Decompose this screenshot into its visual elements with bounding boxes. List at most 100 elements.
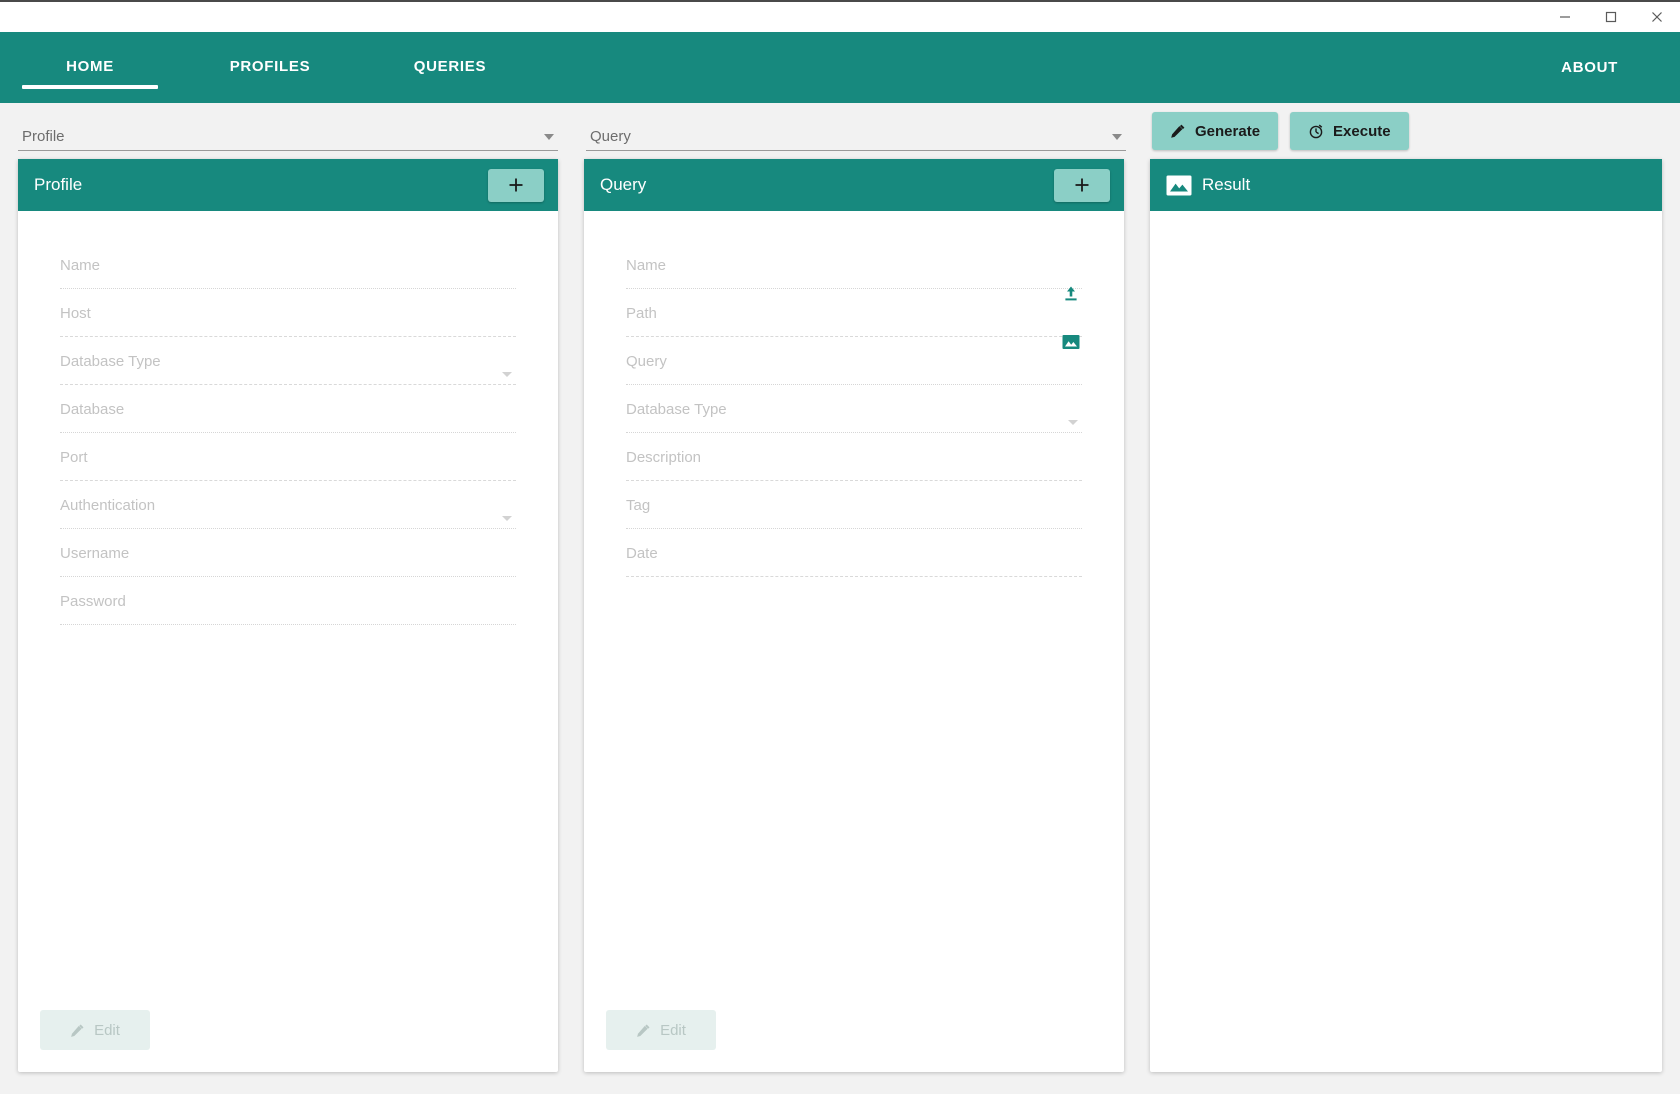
maximize-icon xyxy=(1604,10,1618,24)
profile-panel-header: Profile xyxy=(18,159,558,211)
chevron-down-icon xyxy=(1112,134,1122,140)
minimize-icon xyxy=(1558,10,1572,24)
field-query-date[interactable]: Date xyxy=(626,537,1082,585)
tab-queries[interactable]: QUERIES xyxy=(360,32,540,103)
field-label: Database Type xyxy=(60,353,161,370)
field-profile-username[interactable]: Username xyxy=(60,537,516,585)
field-label: Path xyxy=(626,305,657,322)
field-label: Database xyxy=(60,401,124,418)
field-underline xyxy=(626,432,1082,433)
field-underline xyxy=(60,528,516,529)
tab-home[interactable]: HOME xyxy=(0,32,180,103)
close-icon xyxy=(1650,10,1664,24)
query-panel: Query Name Path xyxy=(584,159,1124,1072)
image-icon xyxy=(1062,334,1080,350)
field-underline xyxy=(60,432,516,433)
field-label: Database Type xyxy=(626,401,727,418)
field-underline xyxy=(626,480,1082,481)
field-query-name[interactable]: Name xyxy=(626,249,1082,297)
field-label: Description xyxy=(626,449,701,466)
plus-icon xyxy=(1073,176,1091,194)
tab-queries-label: QUERIES xyxy=(414,58,486,77)
close-button[interactable] xyxy=(1634,2,1680,32)
profile-form: Name Host Database Type Database Port xyxy=(18,211,558,1010)
query-form: Name Path Query xyxy=(584,211,1124,1010)
chevron-down-icon xyxy=(502,372,512,377)
result-panel-header: Result xyxy=(1150,159,1662,211)
field-label: Host xyxy=(60,305,91,322)
generate-button-label: Generate xyxy=(1195,123,1260,140)
tab-about-label: ABOUT xyxy=(1561,59,1618,76)
field-underline xyxy=(60,480,516,481)
tab-profiles-label: PROFILES xyxy=(230,58,311,77)
edit-query-button[interactable]: Edit xyxy=(606,1010,716,1050)
profile-panel-title: Profile xyxy=(34,175,82,195)
field-query-tag[interactable]: Tag xyxy=(626,489,1082,537)
execute-button[interactable]: Execute xyxy=(1290,112,1409,150)
field-query-description[interactable]: Description xyxy=(626,441,1082,489)
chevron-down-icon xyxy=(502,516,512,521)
field-underline xyxy=(626,384,1082,385)
query-select[interactable]: Query xyxy=(586,111,1126,151)
tab-about[interactable]: ABOUT xyxy=(1531,32,1648,103)
main-navbar: HOME PROFILES QUERIES ABOUT xyxy=(0,32,1680,103)
tab-profiles[interactable]: PROFILES xyxy=(180,32,360,103)
pencil-icon xyxy=(1170,123,1186,139)
field-underline xyxy=(60,384,516,385)
tab-home-label: HOME xyxy=(66,58,114,77)
field-underline xyxy=(60,336,516,337)
nav-tab-list: HOME PROFILES QUERIES xyxy=(0,32,540,103)
add-profile-button[interactable] xyxy=(488,169,544,202)
field-underline xyxy=(626,336,1082,337)
result-panel: Result xyxy=(1150,159,1662,1072)
field-underline xyxy=(626,576,1082,577)
edit-query-label: Edit xyxy=(660,1022,686,1039)
query-image-button[interactable] xyxy=(1060,331,1082,353)
field-label: Query xyxy=(626,353,667,370)
result-content xyxy=(1150,211,1662,1072)
upload-icon xyxy=(1062,285,1080,303)
edit-profile-button[interactable]: Edit xyxy=(40,1010,150,1050)
chevron-down-icon xyxy=(544,134,554,140)
maximize-button[interactable] xyxy=(1588,2,1634,32)
field-underline xyxy=(60,288,516,289)
field-query-query[interactable]: Query xyxy=(626,345,1082,393)
profile-panel-footer: Edit xyxy=(18,1010,558,1072)
plus-icon xyxy=(507,176,525,194)
query-panel-footer: Edit xyxy=(584,1010,1124,1072)
toolbar: Profile Query Generate Execute xyxy=(0,103,1680,159)
field-label: Date xyxy=(626,545,658,562)
query-panel-header: Query xyxy=(584,159,1124,211)
field-profile-password[interactable]: Password xyxy=(60,585,516,633)
profile-select[interactable]: Profile xyxy=(18,111,558,151)
generate-button[interactable]: Generate xyxy=(1152,112,1278,150)
field-profile-authentication[interactable]: Authentication xyxy=(60,489,516,537)
add-query-button[interactable] xyxy=(1054,169,1110,202)
panel-container: Profile Name Host Database Type xyxy=(0,159,1680,1094)
window-titlebar xyxy=(0,0,1680,32)
execute-button-label: Execute xyxy=(1333,123,1391,140)
field-underline xyxy=(626,288,1082,289)
field-profile-name[interactable]: Name xyxy=(60,249,516,297)
field-label: Tag xyxy=(626,497,650,514)
chevron-down-icon xyxy=(1068,420,1078,425)
pencil-icon xyxy=(636,1023,651,1038)
field-label: Name xyxy=(60,257,100,274)
field-profile-host[interactable]: Host xyxy=(60,297,516,345)
upload-file-button[interactable] xyxy=(1060,283,1082,305)
timer-icon xyxy=(1308,123,1324,139)
field-label: Port xyxy=(60,449,88,466)
profile-panel: Profile Name Host Database Type xyxy=(18,159,558,1072)
result-panel-title: Result xyxy=(1202,175,1250,195)
field-label: Name xyxy=(626,257,666,274)
query-select-label: Query xyxy=(586,128,631,145)
field-profile-database[interactable]: Database xyxy=(60,393,516,441)
field-query-path[interactable]: Path xyxy=(626,297,1082,345)
field-profile-database-type[interactable]: Database Type xyxy=(60,345,516,393)
field-underline xyxy=(60,624,516,625)
pencil-icon xyxy=(70,1023,85,1038)
minimize-button[interactable] xyxy=(1542,2,1588,32)
image-icon xyxy=(1166,175,1192,196)
field-profile-port[interactable]: Port xyxy=(60,441,516,489)
field-query-database-type[interactable]: Database Type xyxy=(626,393,1082,441)
